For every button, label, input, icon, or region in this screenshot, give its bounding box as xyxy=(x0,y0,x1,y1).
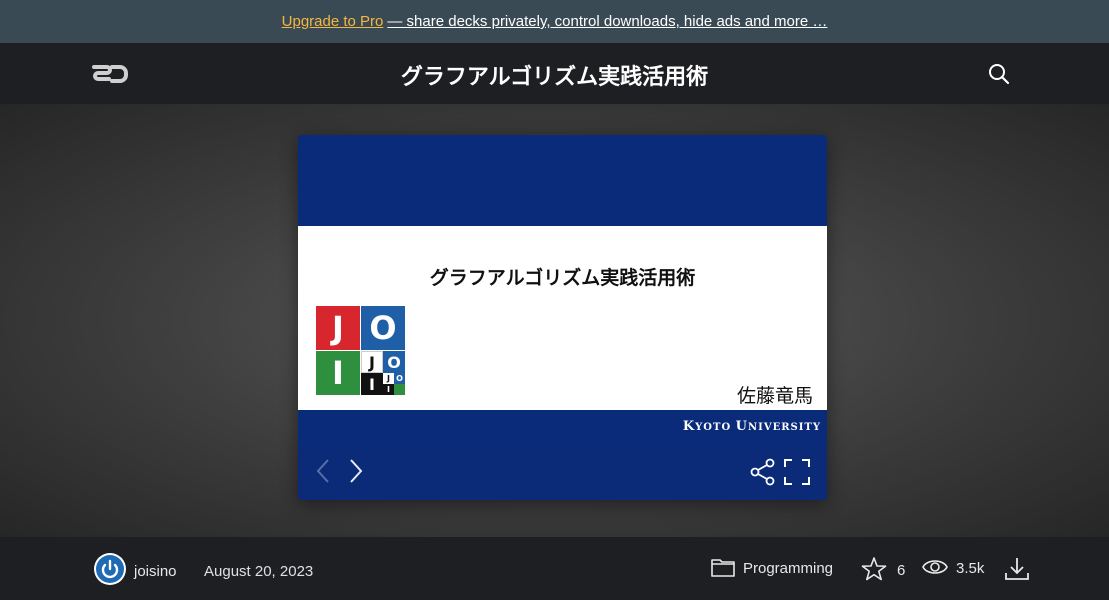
deck-controls xyxy=(298,445,827,500)
university-name: KYOTO UNIVERSITY xyxy=(682,419,821,434)
deck-viewer[interactable]: グラフアルゴリズム実践活用術 J O I J O I J O I 佐藤竜馬 KY… xyxy=(298,135,827,500)
joi-logo-i-tiny: I xyxy=(383,384,394,395)
joi-logo-j: J xyxy=(316,306,360,350)
chevron-left-icon[interactable] xyxy=(314,457,334,489)
folder-icon xyxy=(711,557,735,581)
fullscreen-icon[interactable] xyxy=(784,459,810,489)
search-icon[interactable] xyxy=(987,62,1011,86)
category-link[interactable]: Programming xyxy=(711,557,833,581)
chevron-right-icon[interactable] xyxy=(346,457,366,489)
username-link[interactable]: joisino xyxy=(134,560,177,584)
avatar[interactable] xyxy=(94,553,126,585)
header: グラフアルゴリズム実践活用術 xyxy=(0,43,1109,104)
promo-text[interactable]: — share decks privately, control downloa… xyxy=(387,13,827,30)
download-icon[interactable] xyxy=(1003,555,1031,587)
joi-logo-i-small: I xyxy=(361,373,383,395)
slide[interactable]: グラフアルゴリズム実践活用術 J O I J O I J O I 佐藤竜馬 KY… xyxy=(298,135,827,445)
share-icon[interactable] xyxy=(750,458,776,490)
slide-title: グラフアルゴリズム実践活用術 xyxy=(429,267,696,289)
joi-logo: J O I J O I J O I xyxy=(316,306,406,396)
category-label: Programming xyxy=(743,560,834,577)
joi-logo-i: I xyxy=(316,351,360,395)
publish-date: August 20, 2023 xyxy=(204,563,314,580)
joi-logo-j-small: J xyxy=(361,351,383,373)
footer-bar: joisino August 20, 2023 Programming 6 3.… xyxy=(0,537,1109,600)
page-title: グラフアルゴリズム実践活用術 xyxy=(400,65,709,90)
joi-logo-tile xyxy=(394,384,405,395)
star-count: 6 xyxy=(897,562,906,579)
views-stat: 3.5k xyxy=(922,556,984,582)
joi-logo-j-tiny: J xyxy=(383,373,394,384)
slide-top-band xyxy=(298,135,827,226)
view-count: 3.5k xyxy=(956,560,985,577)
joi-logo-o: O xyxy=(361,306,405,350)
upgrade-link[interactable]: Upgrade to Pro xyxy=(282,13,384,30)
eye-icon xyxy=(922,556,948,582)
slide-author: 佐藤竜馬 xyxy=(736,385,813,407)
star-icon xyxy=(861,556,887,586)
joi-logo-o-small: O xyxy=(383,351,405,373)
star-button[interactable]: 6 xyxy=(861,556,905,586)
promo-bar: Upgrade to Pro — share decks privately, … xyxy=(0,0,1109,43)
joi-logo-o-tiny: O xyxy=(394,373,405,384)
